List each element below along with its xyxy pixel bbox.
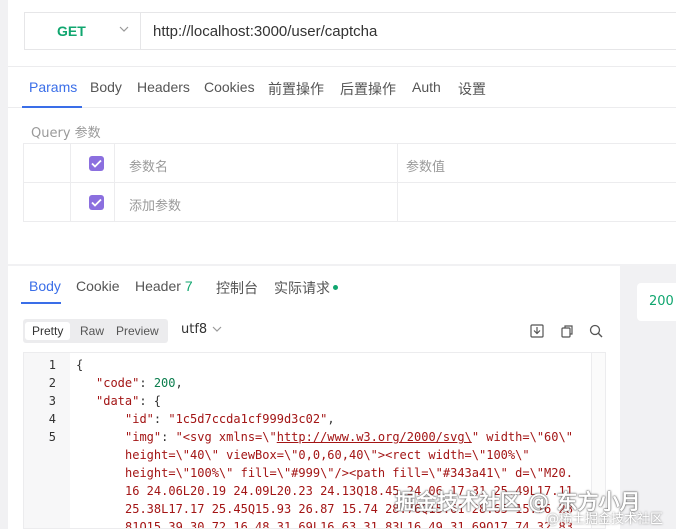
check-icon: [91, 198, 102, 207]
param-enable-checkbox[interactable]: [89, 195, 104, 210]
tab-auth[interactable]: Auth: [412, 79, 441, 95]
status-code-badge: 200: [637, 283, 676, 321]
code-line: 81Q15.39 30.72 16.48 31.69L16.63 31.83L1…: [125, 520, 573, 529]
tab-pre-operations[interactable]: 前置操作: [268, 79, 324, 99]
view-mode-switch: Pretty Raw Preview: [23, 319, 168, 343]
tab-headers[interactable]: Headers: [137, 79, 190, 95]
status-dot-icon: [333, 285, 338, 290]
line-number: 2: [48, 376, 56, 390]
chevron-down-icon: [119, 26, 129, 32]
tab-params[interactable]: Params: [29, 79, 77, 95]
tab-settings[interactable]: 设置: [458, 79, 486, 99]
code-line: "id": "1c5d7ccda1cf999d3c02",: [125, 412, 335, 426]
column-divider: [397, 183, 398, 222]
status-code: 200: [649, 294, 674, 309]
line-number: 1: [48, 358, 56, 372]
tab-actual-request[interactable]: 实际请求: [274, 278, 330, 298]
column-divider: [114, 144, 115, 182]
download-icon[interactable]: [529, 323, 545, 339]
url-bar: GET http://localhost:3000/user/captcha: [24, 12, 676, 50]
tab-body[interactable]: Body: [90, 79, 122, 95]
active-tab-indicator: [22, 106, 82, 108]
select-all-checkbox[interactable]: [89, 156, 104, 171]
param-name-header: 参数名: [129, 160, 169, 175]
code-line: height=\"100%\" fill=\"#999\"/><path fil…: [125, 466, 573, 480]
params-add-row: 添加参数: [24, 183, 676, 222]
check-icon: [91, 159, 102, 168]
code-line: "code": 200,: [96, 376, 183, 390]
view-pretty-button[interactable]: Pretty: [25, 322, 71, 340]
view-preview-button[interactable]: Preview: [109, 322, 166, 340]
code-line: {: [76, 358, 84, 372]
active-tab-indicator: [21, 302, 61, 304]
line-number: 3: [48, 394, 56, 408]
header-tab-label: Header: [135, 278, 181, 294]
tab-post-operations[interactable]: 后置操作: [340, 79, 396, 99]
search-icon[interactable]: [588, 323, 604, 339]
column-divider: [70, 183, 71, 222]
copy-icon[interactable]: [559, 323, 575, 339]
line-number: 4: [48, 412, 56, 426]
header-count-badge: 7: [184, 278, 193, 294]
method-label: GET: [57, 23, 86, 39]
query-params-label: Query 参数: [31, 126, 101, 141]
request-tabs: Params Body Headers Cookies 前置操作 后置操作 Au…: [8, 66, 676, 108]
column-divider: [70, 144, 71, 182]
tab-response-header[interactable]: Header 7: [135, 278, 193, 294]
add-param-input[interactable]: 添加参数: [129, 195, 181, 214]
params-header-row: 参数名 参数值: [24, 144, 676, 183]
column-divider: [114, 183, 115, 222]
code-line: "img": "<svg xmlns=\"http://www.w3.org/2…: [125, 430, 573, 444]
watermark-sub: @稀土掘金技术社区: [546, 512, 664, 527]
chevron-down-icon: [212, 326, 222, 332]
view-raw-button[interactable]: Raw: [73, 322, 111, 340]
tab-response-body[interactable]: Body: [29, 278, 61, 294]
method-select[interactable]: GET: [25, 13, 141, 49]
code-line: height=\"40\" viewBox=\"0,0,60,40\"><rec…: [125, 448, 530, 462]
column-divider: [397, 144, 398, 182]
request-panel: GET http://localhost:3000/user/captcha P…: [8, 0, 676, 264]
tab-response-cookie[interactable]: Cookie: [76, 278, 120, 294]
line-number: 5: [48, 430, 56, 444]
params-table: 参数名 参数值 添加参数: [23, 143, 676, 222]
param-value-header: 参数值: [406, 160, 446, 175]
tab-console[interactable]: 控制台: [216, 278, 258, 298]
line-number-gutter: 1 2 3 4 5: [24, 353, 70, 528]
url-input[interactable]: http://localhost:3000/user/captcha: [153, 23, 377, 40]
code-line: "data": {: [96, 394, 162, 408]
encoding-select[interactable]: utf8: [181, 322, 207, 337]
tab-cookies[interactable]: Cookies: [204, 79, 255, 95]
